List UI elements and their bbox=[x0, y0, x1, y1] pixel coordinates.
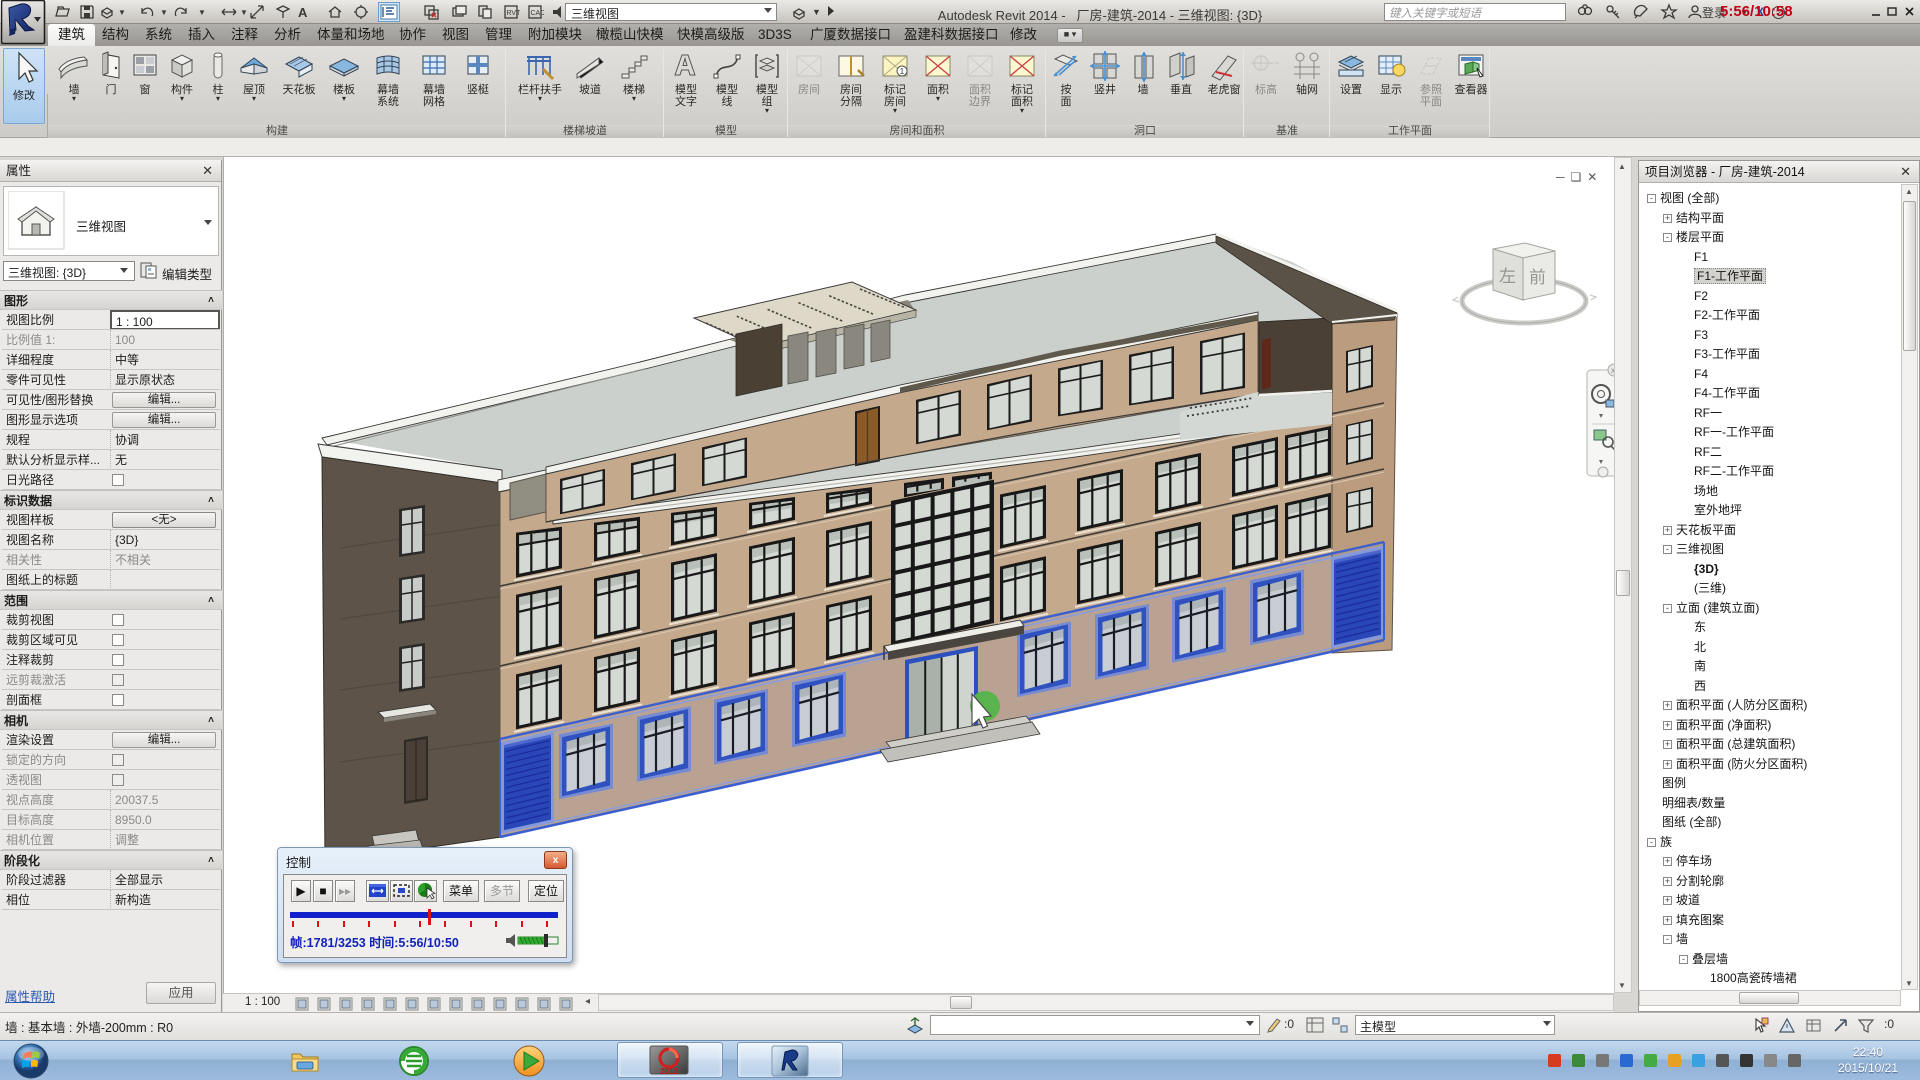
svg-text:前: 前 bbox=[1529, 268, 1546, 287]
svg-text:RVT: RVT bbox=[507, 10, 521, 17]
svg-text:1: 1 bbox=[900, 67, 905, 76]
svg-text:左: 左 bbox=[1499, 267, 1516, 286]
svg-text:CAD: CAD bbox=[531, 10, 545, 17]
svg-text:2012: 2012 bbox=[660, 1067, 678, 1076]
